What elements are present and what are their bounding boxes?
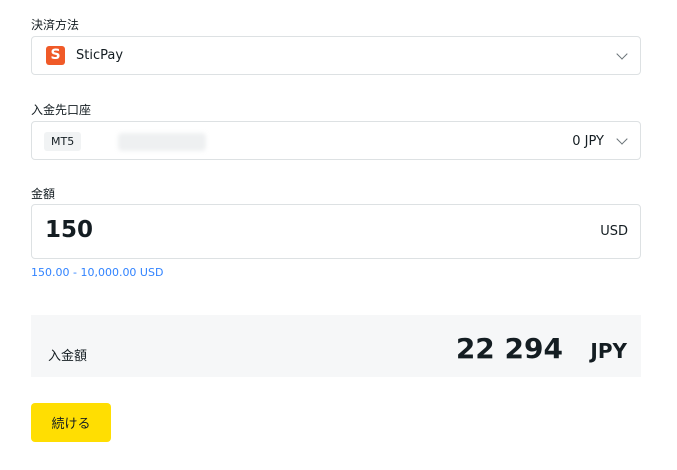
sticpay-logo-icon: S xyxy=(46,46,65,65)
payment-method-select[interactable]: S SticPay xyxy=(31,36,641,75)
deposit-amount-currency: JPY xyxy=(590,339,627,363)
deposit-summary: 入金額 22 294 JPY xyxy=(31,315,641,377)
payment-method-label: 決済方法 xyxy=(31,18,80,32)
amount-label: 金額 xyxy=(31,187,56,201)
continue-button[interactable]: 続ける xyxy=(31,403,111,442)
account-balance: 0 JPY xyxy=(572,134,604,149)
chevron-down-icon[interactable] xyxy=(616,47,628,60)
platform-badge: MT5 xyxy=(44,132,82,151)
deposit-amount-label: 入金額 xyxy=(48,349,88,364)
deposit-amount-value: 22 294 xyxy=(455,332,563,365)
deposit-account-select[interactable]: MT5 0 JPY xyxy=(31,121,641,160)
payment-method-value: SticPay xyxy=(76,48,124,63)
chevron-down-icon[interactable] xyxy=(616,132,628,145)
amount-range-hint: 150.00 - 10,000.00 USD xyxy=(31,266,164,279)
amount-currency: USD xyxy=(600,224,628,239)
deposit-account-label: 入金先口座 xyxy=(31,103,92,117)
account-number-redacted xyxy=(118,133,206,151)
amount-value[interactable]: 150 xyxy=(45,217,93,243)
amount-input[interactable]: 150 USD xyxy=(31,204,641,259)
